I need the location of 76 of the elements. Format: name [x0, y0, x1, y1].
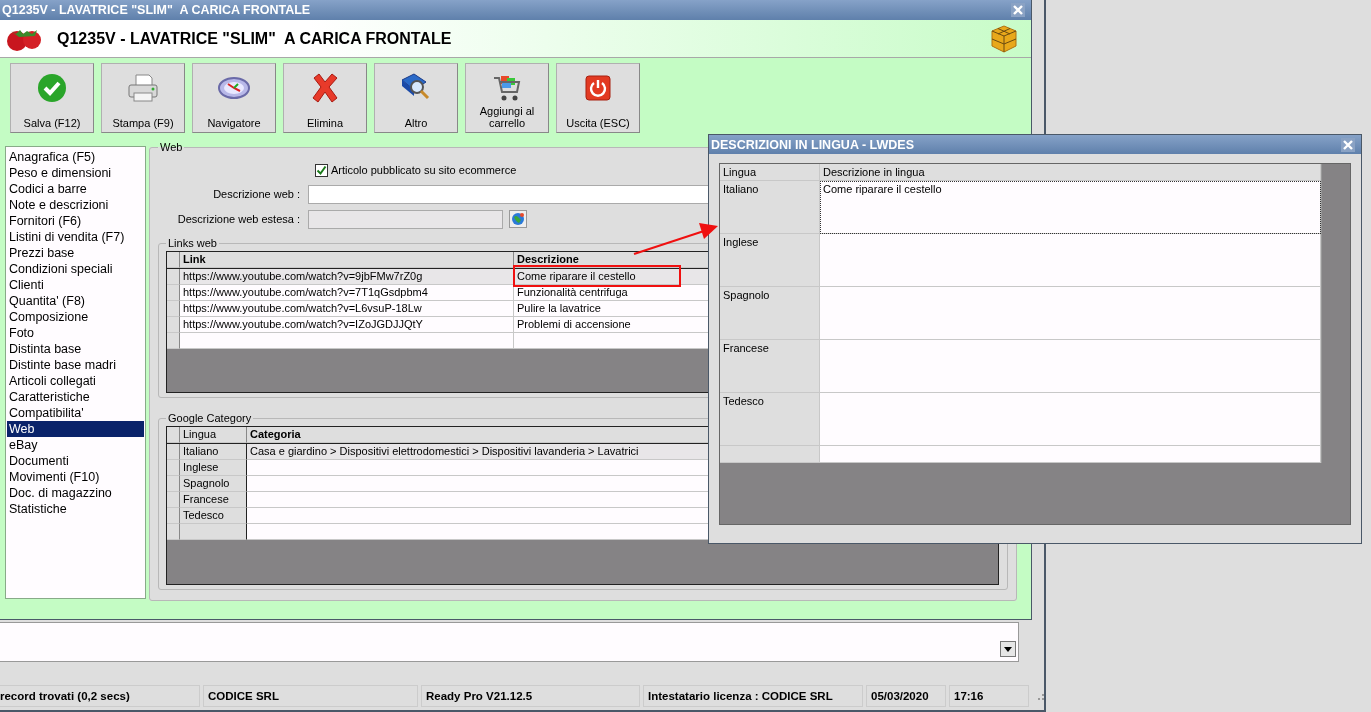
language-cell: Inglese — [180, 460, 247, 476]
section-list-item[interactable]: Note e descrizioni — [7, 197, 144, 213]
section-list-item[interactable]: Listini di vendita (F7) — [7, 229, 144, 245]
caret-icon — [1004, 646, 1012, 652]
section-list-item[interactable]: Prezzi base — [7, 245, 144, 261]
compass-icon — [218, 76, 250, 100]
section-list-item[interactable]: Documenti — [7, 453, 144, 469]
toolbar-button[interactable]: Stampa (F9) — [101, 63, 185, 133]
status-cell: 17:16 — [949, 685, 1029, 707]
section-list-item[interactable]: Movimenti (F10) — [7, 469, 144, 485]
language-cell: Francese — [180, 492, 247, 508]
section-list-item[interactable]: Fornitori (F6) — [7, 213, 144, 229]
section-list-item[interactable]: Clienti — [7, 277, 144, 293]
section-list-item[interactable]: Compatibilita' — [7, 405, 144, 421]
group-title: Google Category — [167, 412, 253, 424]
language-cell: Tedesco — [180, 508, 247, 524]
group-title: Links web — [167, 237, 218, 249]
status-cell: record trovati (0,2 secs) — [0, 685, 200, 707]
status-cell: CODICE SRL — [203, 685, 418, 707]
globe-button[interactable] — [509, 210, 527, 228]
published-checkbox[interactable]: Articolo pubblicato su sito ecommerce — [315, 163, 517, 177]
language-cell: Spagnolo — [180, 476, 247, 492]
cube-icon — [990, 23, 1018, 54]
resize-grip-icon — [1036, 692, 1044, 700]
toolbar-button[interactable]: Salva (F12) — [10, 63, 94, 133]
dialog-title: DESCRIZIONI IN LINGUA - LWDES — [711, 137, 915, 152]
description-cell[interactable]: Come riparare il cestello — [820, 181, 1321, 234]
description-cell[interactable] — [820, 287, 1321, 340]
language-cell: Inglese — [720, 234, 820, 287]
status-cell: 05/03/2020 — [866, 685, 946, 707]
section-list-item[interactable]: Web — [7, 421, 144, 437]
check-icon — [37, 73, 67, 103]
language-cell: Francese — [720, 340, 820, 393]
section-list-item[interactable]: Peso e dimensioni — [7, 165, 144, 181]
section-list-item[interactable]: eBay — [7, 437, 144, 453]
status-cell: Ready Pro V21.12.5 — [421, 685, 640, 707]
section-list-item[interactable]: Condizioni speciali — [7, 261, 144, 277]
cross-icon — [311, 73, 339, 103]
toolbar-button[interactable]: Elimina — [283, 63, 367, 133]
section-list-item[interactable]: Caratteristiche — [7, 389, 144, 405]
field-label: Descrizione web : — [212, 188, 301, 200]
description-cell[interactable] — [820, 234, 1321, 287]
close-button[interactable] — [1341, 137, 1355, 152]
section-list-item[interactable]: Composizione — [7, 309, 144, 325]
section-list-item[interactable]: Articoli collegati — [7, 373, 144, 389]
toolbar-button[interactable]: Aggiungi al carrello — [465, 63, 549, 133]
language-cell: Italiano — [720, 181, 820, 234]
dropdown-button[interactable] — [1000, 641, 1016, 657]
description-cell[interactable] — [820, 340, 1321, 393]
section-list-item[interactable]: Doc. di magazzino — [7, 485, 144, 501]
window-title: Q1235V - LAVATRICE "SLIM" A CARICA FRONTALE — [2, 3, 312, 17]
checkbox[interactable] — [315, 163, 328, 177]
section-list-item[interactable]: Codici a barre — [7, 181, 144, 197]
printer-icon — [127, 73, 159, 103]
section-list-item[interactable]: Foto — [7, 325, 144, 341]
toolbar-button[interactable]: Navigatore — [192, 63, 276, 133]
section-list-item[interactable]: Distinta base — [7, 341, 144, 357]
language-cell: Tedesco — [720, 393, 820, 446]
language-cell: Italiano — [180, 444, 247, 460]
field-label: Descrizione web estesa : — [176, 213, 301, 225]
section-list-item[interactable]: Statistiche — [7, 501, 144, 517]
section-list-item[interactable]: Anagrafica (F5) — [7, 149, 144, 165]
column-header: Link — [180, 252, 514, 268]
notes-field[interactable] — [0, 622, 1019, 662]
group-title: Web — [159, 141, 184, 153]
toolbar-button[interactable]: Uscita (ESC) — [556, 63, 640, 133]
power-icon — [585, 75, 611, 101]
close-button[interactable] — [1011, 3, 1025, 17]
description-cell[interactable] — [820, 393, 1321, 446]
header-title: Q1235V - LAVATRICE "SLIM" A CARICA FRONTALE — [57, 29, 453, 48]
status-cell: Intestatario licenza : CODICE SRL — [643, 685, 863, 707]
language-cell: Spagnolo — [720, 287, 820, 340]
toolbar-button[interactable]: Altro — [374, 63, 458, 133]
column-header: Lingua — [180, 427, 247, 443]
section-list-item[interactable]: Quantita' (F8) — [7, 293, 144, 309]
section-list-item[interactable]: Distinte base madri — [7, 357, 144, 373]
